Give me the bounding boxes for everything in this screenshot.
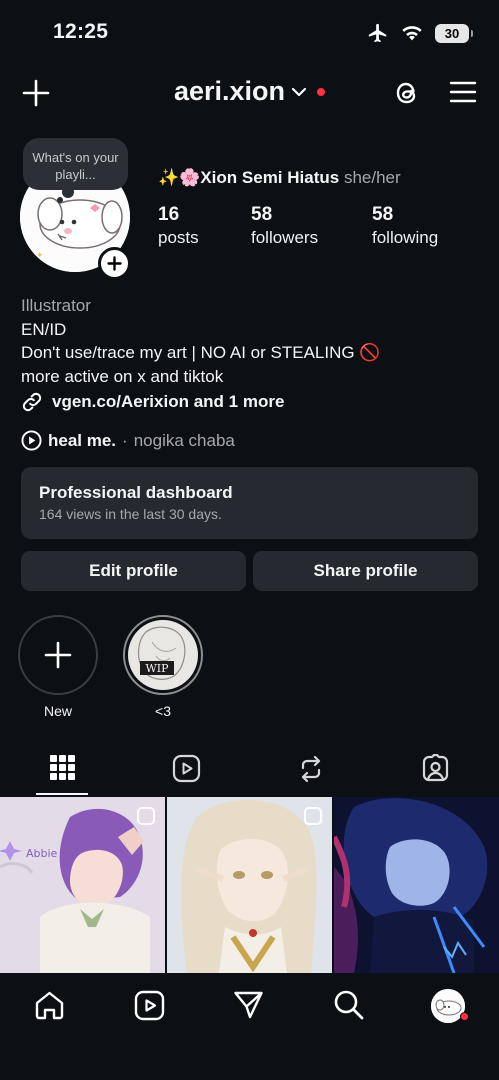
post-overlay-text: Abbie [26, 847, 58, 860]
airplane-mode-icon [368, 23, 387, 43]
status-icons: 30 [367, 22, 473, 44]
status-time: 12:25 [53, 20, 109, 43]
bio-line: Don't use/trace my art | NO AI or STEALI… [21, 343, 381, 362]
highlight-label: New [43, 703, 72, 719]
dashboard-subtitle: 164 views in the last 30 days. [39, 506, 222, 522]
grid-icon[interactable] [50, 755, 75, 780]
tagged-icon[interactable] [421, 754, 450, 783]
new-highlight-button[interactable] [18, 615, 98, 695]
notification-dot [460, 1012, 469, 1021]
notification-dot [317, 87, 326, 96]
share-profile-button[interactable]: Share profile [253, 551, 478, 591]
battery-indicator: 30 [435, 23, 473, 43]
music-separator: · [122, 430, 128, 450]
play-circle-icon [21, 430, 42, 451]
stat-posts-label: posts [158, 228, 199, 247]
bio-link-text: vgen.co/Aerixion and 1 more [52, 392, 285, 411]
bio-category: Illustrator [21, 296, 91, 315]
note-text: What's on your playli... [32, 150, 119, 182]
search-icon[interactable] [333, 989, 364, 1020]
pronouns: she/her [343, 168, 401, 187]
bio-line: EN/ID [21, 319, 67, 339]
professional-dashboard[interactable]: Professional dashboard 164 views in the … [21, 467, 478, 539]
stat-following-label: following [372, 228, 439, 247]
select-checkbox[interactable] [137, 807, 155, 825]
display-name: ✨🌸Xion Semi Hiatus she/her [158, 168, 401, 188]
stat-following[interactable]: 58 following [372, 204, 438, 250]
name-emojis: ✨🌸 [158, 168, 201, 187]
bio-link[interactable]: vgen.co/Aerixion and 1 more [21, 391, 284, 413]
active-tab-indicator [36, 793, 88, 795]
bio: Illustrator EN/ID Don't use/trace my art… [21, 294, 381, 388]
stat-followers[interactable]: 58 followers [251, 204, 318, 250]
home-icon[interactable] [34, 990, 65, 1020]
post-artwork [334, 797, 499, 973]
post-thumbnail[interactable] [167, 797, 332, 973]
threads-icon[interactable] [392, 78, 421, 108]
profile-music[interactable]: heal me. · nogika chaba [21, 430, 235, 451]
stat-following-value: 58 [372, 204, 394, 225]
bio-line: more active on x and tiktok [21, 366, 224, 386]
reels-icon[interactable] [134, 990, 165, 1021]
stat-followers-label: followers [251, 228, 319, 247]
note-bubble-tail [62, 186, 74, 198]
post-thumbnail[interactable] [334, 797, 499, 973]
menu-icon[interactable] [449, 80, 477, 104]
stat-followers-value: 58 [251, 204, 273, 225]
wifi-icon [402, 26, 422, 41]
note-bubble-tail-small [57, 197, 63, 203]
link-icon [22, 392, 42, 412]
note-bubble[interactable]: What's on your playli... [23, 138, 128, 190]
select-checkbox[interactable] [304, 807, 322, 825]
plus-icon [44, 641, 72, 669]
highlight-label: <3 [155, 703, 171, 719]
add-story-button[interactable] [98, 247, 131, 280]
reels-tab-icon[interactable] [172, 754, 201, 783]
music-song: heal me. [48, 430, 117, 450]
stat-posts-value: 16 [158, 204, 180, 225]
edit-profile-button[interactable]: Edit profile [21, 551, 246, 591]
username-switcher[interactable]: aeri.xion [0, 76, 499, 107]
highlight-cover-text: WIP [145, 662, 169, 675]
username-title: aeri.xion [173, 76, 286, 106]
stat-posts[interactable]: 16 posts [158, 204, 199, 250]
music-artist: nogika chaba [133, 430, 235, 450]
chevron-down-icon [291, 87, 307, 96]
svg-text:✦: ✦ [36, 251, 44, 261]
highlight-wip[interactable]: WIP [123, 615, 203, 695]
name-text: Xion Semi Hiatus [200, 168, 340, 187]
dashboard-title: Professional dashboard [39, 483, 233, 502]
highlight-cover: WIP [128, 620, 198, 690]
messages-icon[interactable] [233, 990, 264, 1020]
reposts-icon[interactable] [298, 755, 324, 783]
post-thumbnail[interactable]: Abbie [0, 797, 165, 973]
plus-icon [107, 256, 122, 271]
